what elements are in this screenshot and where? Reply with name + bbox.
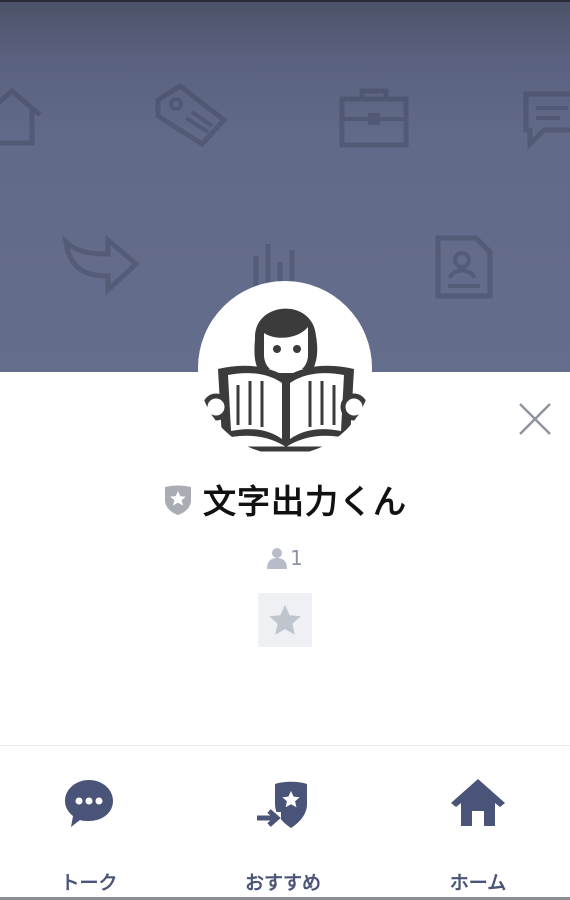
- person-icon: [267, 548, 288, 569]
- star-icon: [269, 605, 301, 635]
- home-button[interactable]: ホーム: [383, 776, 570, 894]
- home-label: ホーム: [449, 872, 507, 894]
- recommend-label: おすすめ: [244, 872, 321, 894]
- friend-count-row: 1: [0, 543, 570, 573]
- forward-arrow-icon: [62, 234, 140, 296]
- reading-person-icon: [202, 308, 368, 452]
- recommend-button[interactable]: おすすめ: [188, 776, 378, 894]
- official-shield-icon: [165, 485, 191, 515]
- home-icon: [451, 779, 505, 826]
- tag-icon: [155, 82, 228, 148]
- profile-name-row: 文字出力くん: [0, 474, 570, 524]
- talk-button[interactable]: トーク: [0, 776, 184, 894]
- close-icon[interactable]: [516, 400, 554, 438]
- speech-bubble-outline-icon: [523, 91, 570, 151]
- chat-bubble-icon: [65, 780, 113, 827]
- favorite-button[interactable]: [258, 593, 312, 647]
- bottom-action-bar: トーク おすすめ ホーム: [0, 746, 570, 900]
- home-outline-icon: [0, 87, 42, 146]
- status-bar-edge: [0, 0, 570, 2]
- briefcase-icon: [339, 88, 409, 148]
- friend-count: 1: [290, 546, 303, 570]
- talk-label: トーク: [60, 872, 118, 894]
- document-icon: [435, 235, 493, 299]
- profile-avatar[interactable]: [198, 281, 372, 455]
- profile-name: 文字出力くん: [203, 482, 407, 521]
- recommend-shield-icon: [255, 781, 307, 828]
